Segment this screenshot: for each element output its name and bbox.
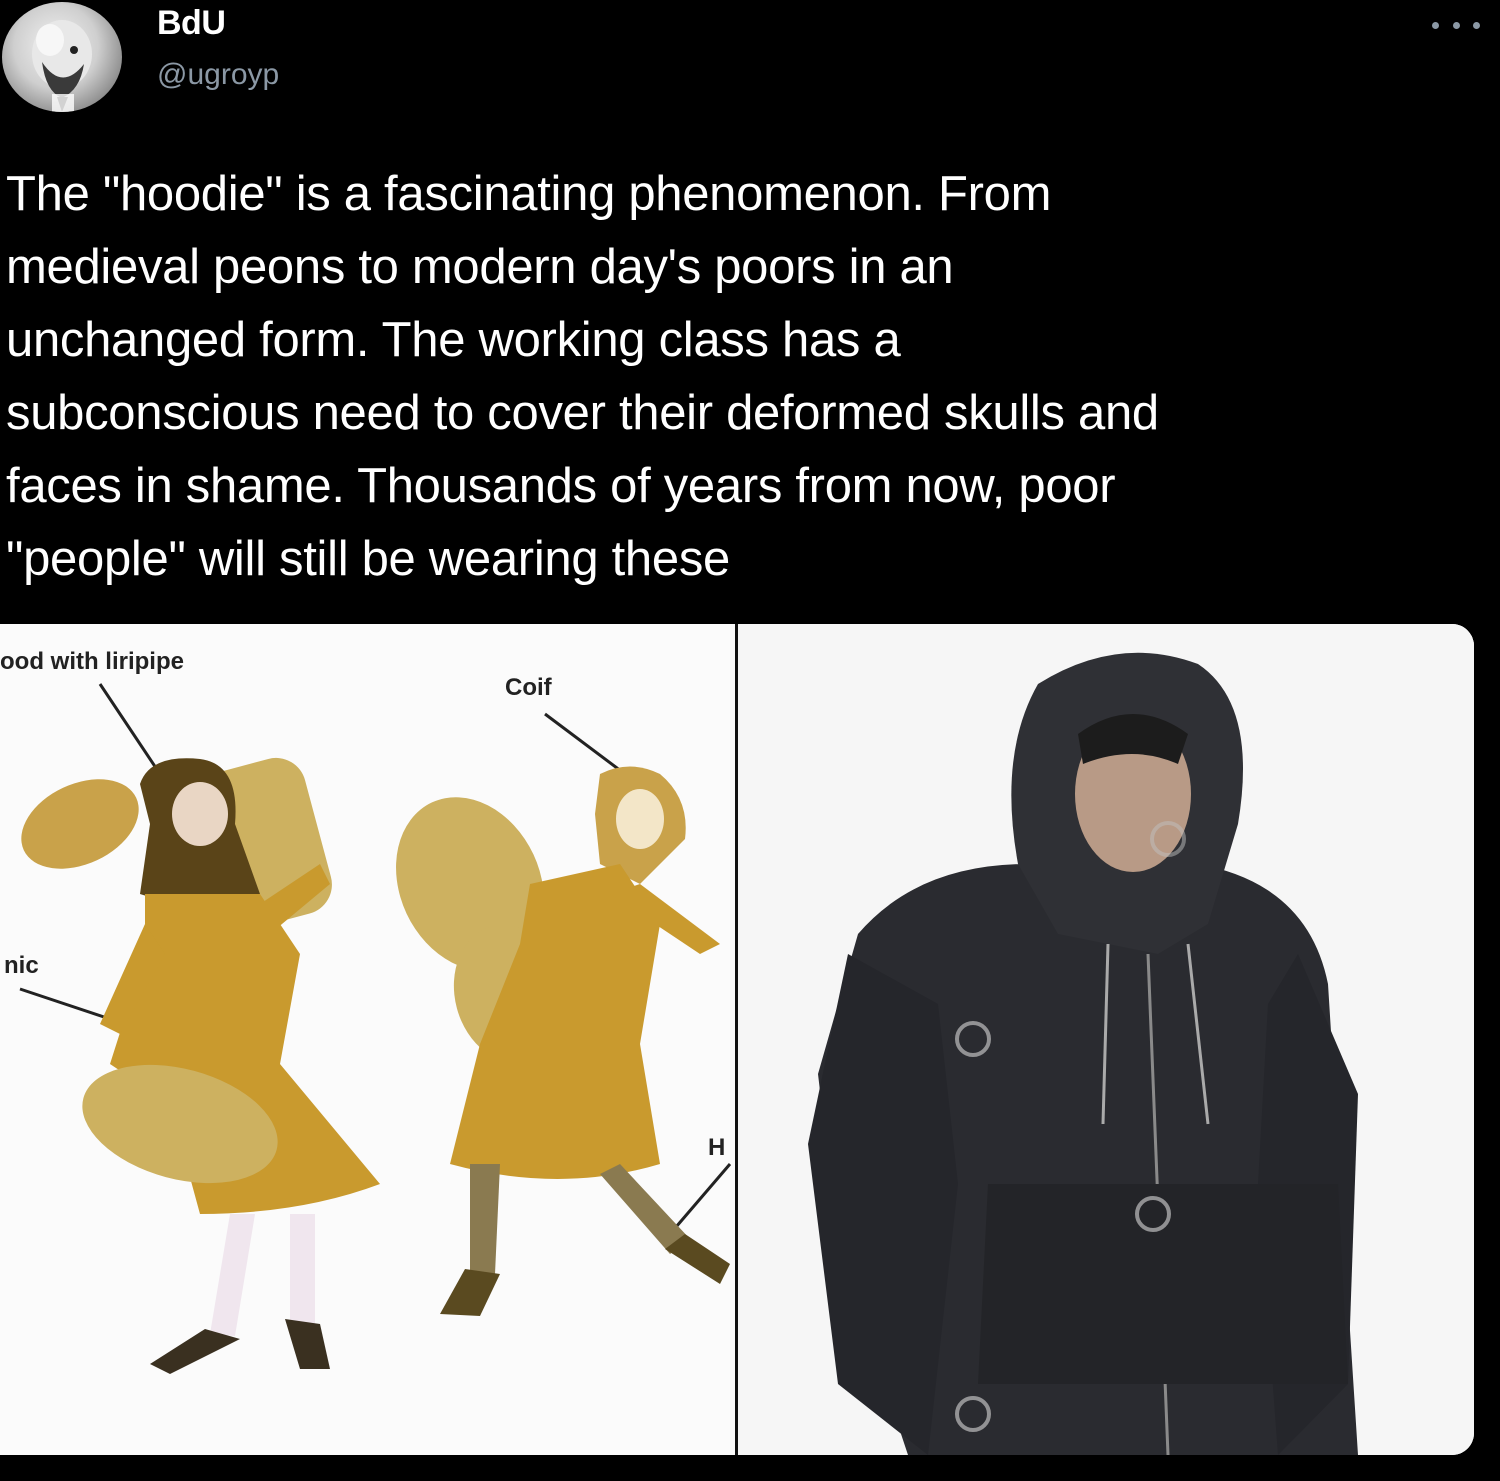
more-dot [1432,21,1439,29]
label-tunic: nic [4,952,39,979]
avatar[interactable] [2,2,122,112]
label-liripipe: ood with liripipe [0,648,184,675]
more-dot [1473,21,1480,29]
medieval-peasants-drawing [19,683,732,1374]
display-name[interactable]: BdU [157,4,226,43]
man-in-hoodie-image [738,624,1474,1455]
hoodie-photo [738,624,1474,1455]
tweet-media[interactable]: ood with liripipe Coif nic H [0,624,1474,1455]
medieval-peasants-illustration: ood with liripipe Coif nic H [0,624,735,1455]
more-dot [1452,21,1460,29]
more-options-icon[interactable] [1432,14,1480,36]
avatar-image [32,20,92,112]
user-handle[interactable]: @ugroyp [157,58,279,92]
tweet-text: The "hoodie" is a fascinating phenomenon… [6,167,1159,586]
label-coif: Coif [505,674,552,701]
label-hose: H [708,1134,726,1161]
